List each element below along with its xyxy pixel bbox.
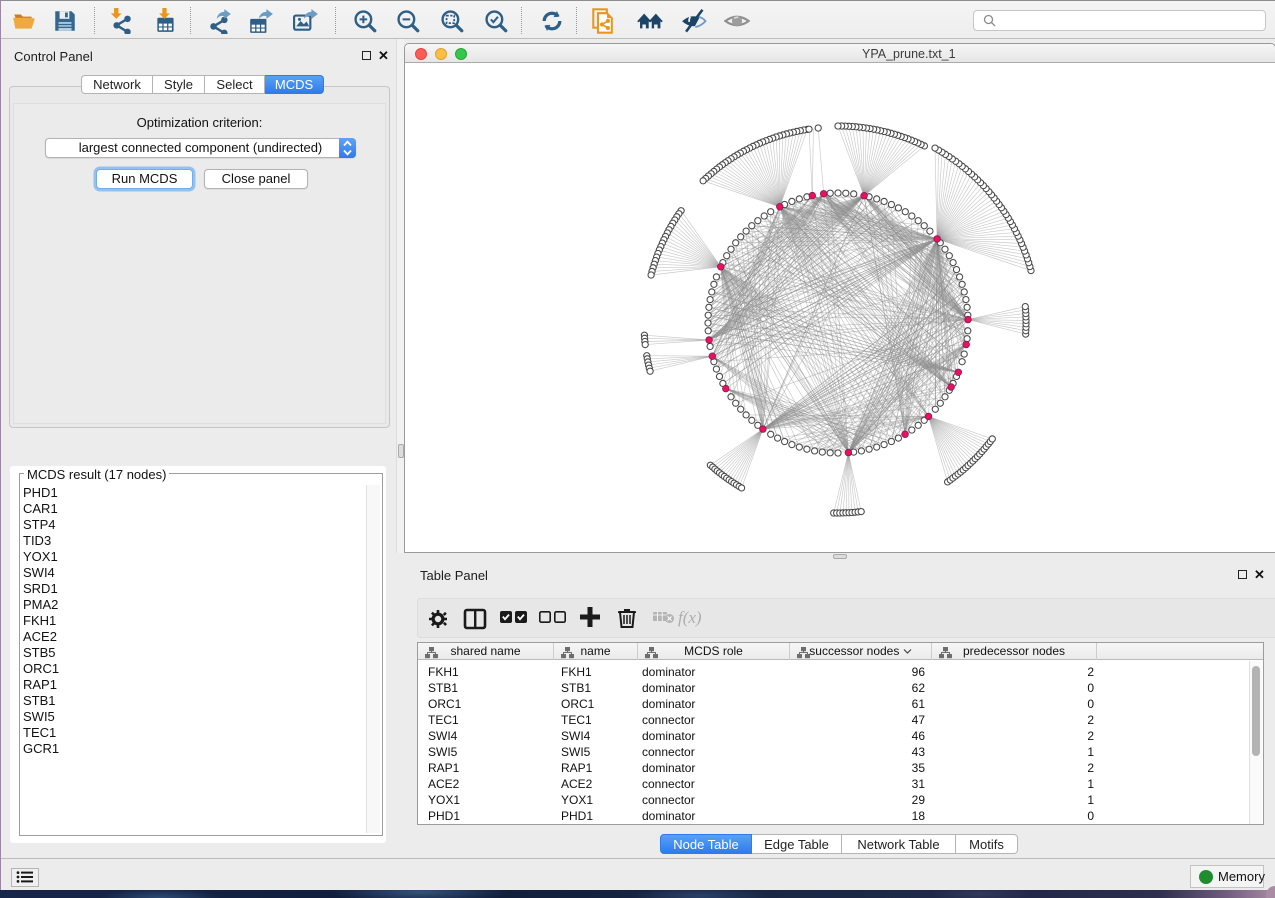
svg-text:f(x): f(x) [678, 608, 702, 627]
